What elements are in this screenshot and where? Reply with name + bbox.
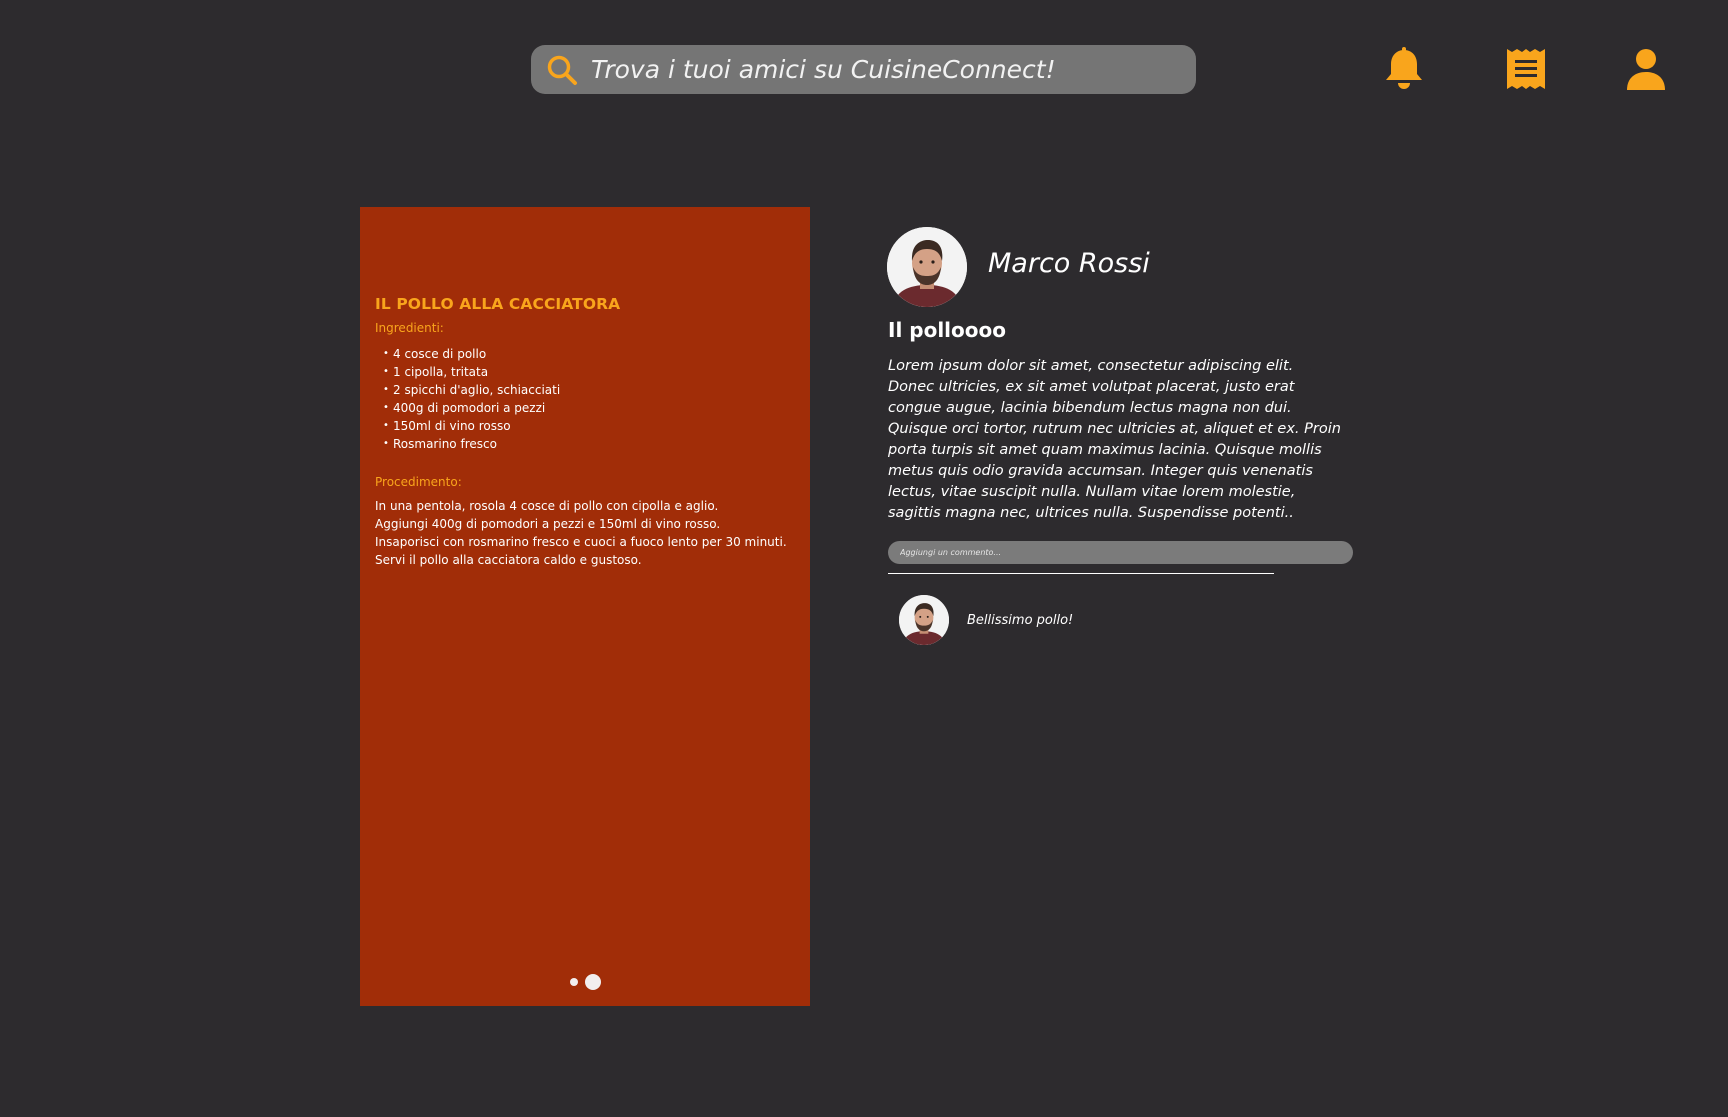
cuisineconnect-page: IL POLLO ALLA CACCIATORA Ingredienti: •4… [0, 0, 1728, 1117]
ingredient-item: • Rosmarino fresco [383, 437, 497, 451]
ingredients-label: Ingredienti: [375, 321, 444, 335]
carousel-dot-1[interactable] [569, 978, 578, 986]
ingredient-item: • 4 cosce di pollo [383, 347, 487, 361]
bell-icon[interactable] [1382, 47, 1426, 91]
procedure-label: Procedimento: [375, 475, 462, 489]
procedure-line: Aggiungi 400g di pomodori a pezzi e 150m… [375, 517, 721, 531]
receipt-icon[interactable] [1504, 47, 1548, 91]
search-input[interactable] [591, 55, 1196, 84]
ingredient-item: • 1 cipolla, tritata [383, 365, 489, 379]
comment-divider [888, 573, 1274, 574]
carousel-dots [360, 974, 810, 990]
comment-input[interactable] [888, 548, 1353, 557]
post-title: Il polloooo [888, 318, 1006, 342]
post-body: Lorem ipsum dolor sit amet, consectetur … [888, 358, 1341, 521]
comment-item: Bellissimo pollo! [899, 595, 1073, 645]
procedure-line: Servi il pollo alla cacciatora caldo e g… [375, 553, 642, 567]
ingredient-item: • 2 spicchi d'aglio, schiacciati [383, 383, 561, 397]
commenter-avatar[interactable] [899, 595, 949, 645]
search-bar[interactable] [531, 45, 1196, 94]
author-name[interactable]: Marco Rossi [988, 248, 1150, 279]
recipe-card: IL POLLO ALLA CACCIATORA Ingredienti: • 4… [360, 207, 810, 1006]
ingredient-item: • 400g di pomodori a pezzi [383, 401, 546, 415]
ingredient-item: • 150ml di vino rosso [383, 419, 511, 433]
search-icon[interactable] [545, 53, 579, 87]
author-avatar[interactable] [887, 227, 967, 307]
comment-text: Bellissimo pollo! [967, 612, 1074, 628]
procedure-text: In una pentola, rosola 4 cosce di pollo … [375, 497, 795, 569]
comment-field[interactable] [888, 541, 1353, 564]
profile-icon[interactable] [1624, 47, 1668, 91]
procedure-line: Insaporisci con rosmarino fresco e cuoci… [375, 535, 787, 549]
carousel-dot-2[interactable] [584, 974, 601, 990]
ingredients-list: • 4 cosce di pollo • 1 cipolla, tritata • 2… [375, 345, 795, 453]
procedure-line: In una pentola, rosola 4 cosce di pollo … [375, 499, 719, 513]
recipe-title: IL POLLO ALLA CACCIATORA [375, 295, 621, 313]
